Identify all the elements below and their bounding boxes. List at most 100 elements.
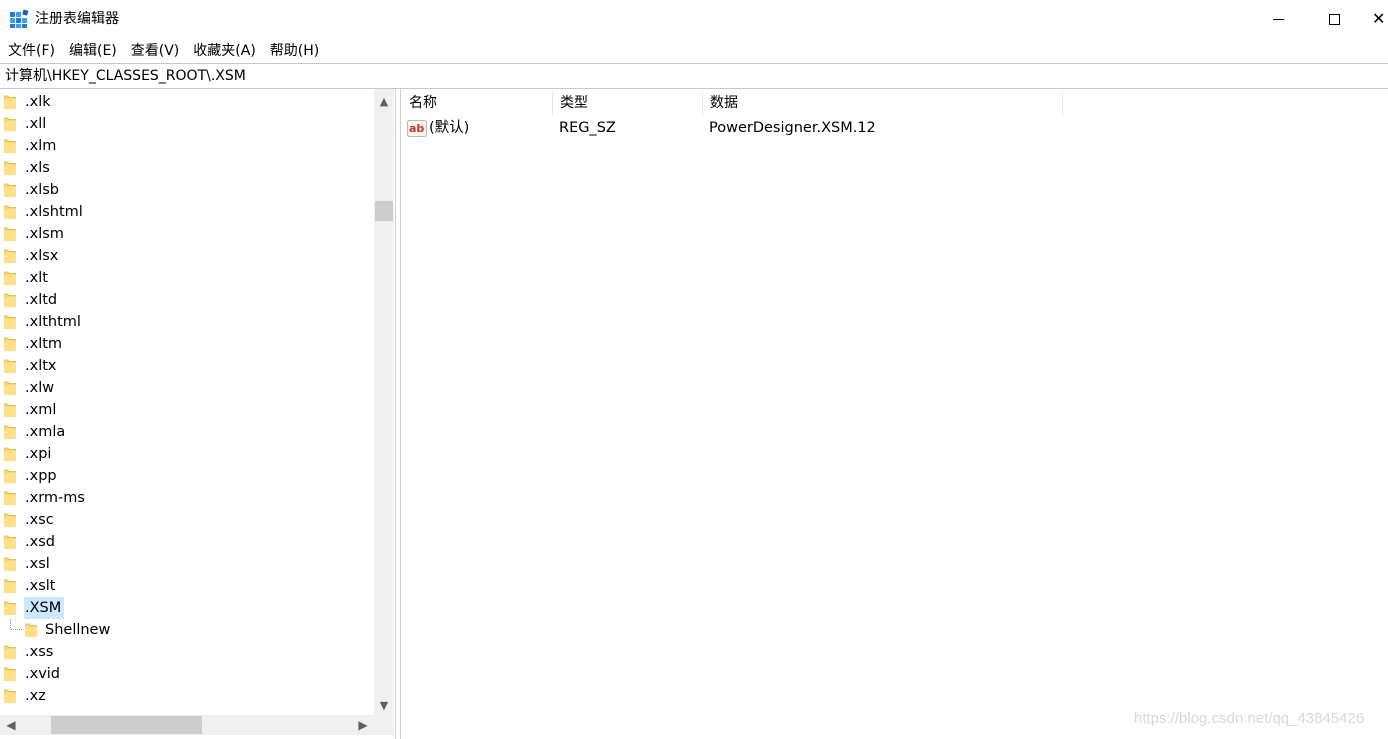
window-title: 注册表编辑器 bbox=[35, 11, 119, 27]
tree-item-label: .xss bbox=[25, 644, 54, 660]
tree-item-label: .xlthtml bbox=[25, 314, 81, 330]
folder-icon bbox=[4, 337, 16, 351]
horizontal-scroll-thumb[interactable] bbox=[51, 716, 202, 734]
folder-icon bbox=[4, 601, 16, 615]
values-list-pane: 名称 类型 数据 ab (默认) REG_SZ PowerDesigner.XS… bbox=[402, 89, 1388, 739]
tree-item[interactable]: .xsd bbox=[0, 531, 374, 553]
title-bar: 注册表编辑器 ✕ bbox=[0, 0, 1388, 38]
tree-item-label: .xlm bbox=[25, 138, 57, 154]
tree-item[interactable]: .xpp bbox=[0, 465, 374, 487]
watermark: https://blog.csdn.net/qq_43845426 bbox=[1134, 710, 1365, 727]
registry-tree: .xlk .xll .xlm .xls .xlsb .xlshtml .xlsm .xlsx.… bbox=[0, 91, 374, 707]
tree-vertical-scrollbar[interactable]: ▲ ▼ bbox=[374, 89, 394, 715]
column-header-data[interactable]: 数据 bbox=[703, 91, 1063, 115]
scrollbar-corner bbox=[374, 715, 394, 735]
menu-favorites[interactable]: 收藏夹(A) bbox=[185, 40, 262, 62]
tree-item[interactable]: .xml bbox=[0, 399, 374, 421]
tree-item[interactable]: .xlsx bbox=[0, 245, 374, 267]
menu-edit[interactable]: 编辑(E) bbox=[61, 40, 123, 62]
tree-item[interactable]: .xmla bbox=[0, 421, 374, 443]
folder-icon bbox=[4, 249, 16, 263]
tree-item[interactable]: .xlk bbox=[0, 91, 374, 113]
folder-icon bbox=[4, 117, 16, 131]
value-row[interactable]: ab (默认) REG_SZ PowerDesigner.XSM.12 bbox=[402, 117, 1388, 139]
column-header-type[interactable]: 类型 bbox=[553, 91, 703, 115]
tree-item-label: .xltx bbox=[25, 358, 57, 374]
tree-item[interactable]: .xlshtml bbox=[0, 201, 374, 223]
tree-item[interactable]: .xltx bbox=[0, 355, 374, 377]
folder-icon bbox=[4, 645, 16, 659]
tree-item[interactable]: .xlm bbox=[0, 135, 374, 157]
menu-file[interactable]: 文件(F) bbox=[0, 40, 61, 62]
tree-item-label: Shellnew bbox=[45, 622, 111, 638]
tree-item[interactable]: .xvid bbox=[0, 663, 374, 685]
tree-item[interactable]: .xrm-ms bbox=[0, 487, 374, 509]
tree-item-label: .xz bbox=[25, 688, 46, 704]
scroll-left-icon[interactable]: ◀ bbox=[2, 715, 20, 735]
tree-item[interactable]: .xltd bbox=[0, 289, 374, 311]
registry-tree-pane: .xlk .xll .xlm .xls .xlsb .xlshtml .xlsm .xlsx.… bbox=[0, 89, 396, 739]
tree-item[interactable]: .xsc bbox=[0, 509, 374, 531]
address-path[interactable]: 计算机\HKEY_CLASSES_ROOT\.XSM bbox=[5, 67, 246, 85]
folder-icon bbox=[4, 271, 16, 285]
tree-item-label: .xlw bbox=[25, 380, 55, 396]
maximize-icon bbox=[1328, 13, 1340, 25]
regedit-app-icon bbox=[10, 9, 29, 28]
folder-icon bbox=[4, 689, 16, 703]
tree-item-label: .xrm-ms bbox=[25, 490, 85, 506]
tree-item[interactable]: .xss bbox=[0, 641, 374, 663]
tree-item[interactable]: .xls bbox=[0, 157, 374, 179]
folder-icon bbox=[4, 205, 16, 219]
menu-view[interactable]: 查看(V) bbox=[123, 40, 186, 62]
value-name: (默认) bbox=[429, 120, 470, 136]
string-value-icon: ab bbox=[407, 120, 427, 137]
tree-item[interactable]: Shellnew bbox=[0, 619, 374, 641]
tree-item[interactable]: .xll bbox=[0, 113, 374, 135]
tree-item[interactable]: .xlsm bbox=[0, 223, 374, 245]
folder-icon bbox=[4, 359, 16, 373]
address-bar[interactable]: 计算机\HKEY_CLASSES_ROOT\.XSM bbox=[0, 63, 1388, 89]
tree-item[interactable]: .xlt bbox=[0, 267, 374, 289]
tree-item-label: .XSM bbox=[24, 597, 65, 619]
folder-icon bbox=[25, 623, 37, 637]
folder-icon bbox=[4, 315, 16, 329]
maximize-button[interactable] bbox=[1311, 0, 1357, 38]
tree-item-label: .xltd bbox=[25, 292, 58, 308]
folder-icon bbox=[4, 425, 16, 439]
tree-item-label: .xpi bbox=[25, 446, 52, 462]
tree-item-label: .xsl bbox=[25, 556, 50, 572]
tree-item[interactable]: .xlthtml bbox=[0, 311, 374, 333]
tree-horizontal-scrollbar[interactable]: ◀ ▶ bbox=[0, 715, 374, 735]
column-header-name[interactable]: 名称 bbox=[402, 91, 553, 115]
tree-item[interactable]: .xpi bbox=[0, 443, 374, 465]
tree-item[interactable]: .xsl bbox=[0, 553, 374, 575]
tree-item[interactable]: .XSM bbox=[0, 597, 374, 619]
folder-icon bbox=[4, 447, 16, 461]
close-button[interactable]: ✕ bbox=[1366, 0, 1388, 38]
scroll-down-icon[interactable]: ▼ bbox=[374, 695, 394, 715]
tree-item[interactable]: .xlsb bbox=[0, 179, 374, 201]
scroll-up-icon[interactable]: ▲ bbox=[374, 91, 394, 111]
value-data: PowerDesigner.XSM.12 bbox=[709, 120, 876, 136]
pane-splitter[interactable] bbox=[396, 89, 401, 739]
vertical-scroll-thumb[interactable] bbox=[375, 201, 393, 221]
tree-item[interactable]: .xz bbox=[0, 685, 374, 707]
minimize-icon bbox=[1272, 18, 1284, 20]
menu-bar: 文件(F) 编辑(E) 查看(V) 收藏夹(A) 帮助(H) bbox=[0, 38, 1388, 63]
tree-item-label: .xvid bbox=[25, 666, 61, 682]
folder-icon bbox=[4, 161, 16, 175]
scroll-right-icon[interactable]: ▶ bbox=[354, 715, 372, 735]
folder-icon bbox=[4, 491, 16, 505]
tree-item-label: .xlsb bbox=[25, 182, 59, 198]
folder-icon bbox=[4, 535, 16, 549]
folder-icon bbox=[4, 293, 16, 307]
folder-icon bbox=[4, 469, 16, 483]
menu-help[interactable]: 帮助(H) bbox=[262, 40, 325, 62]
close-icon: ✕ bbox=[1372, 9, 1386, 28]
tree-item[interactable]: .xslt bbox=[0, 575, 374, 597]
tree-item-label: .xlsm bbox=[25, 226, 64, 242]
tree-item[interactable]: .xltm bbox=[0, 333, 374, 355]
tree-item[interactable]: .xlw bbox=[0, 377, 374, 399]
minimize-button[interactable] bbox=[1255, 0, 1301, 38]
tree-item-label: .xlshtml bbox=[25, 204, 83, 220]
